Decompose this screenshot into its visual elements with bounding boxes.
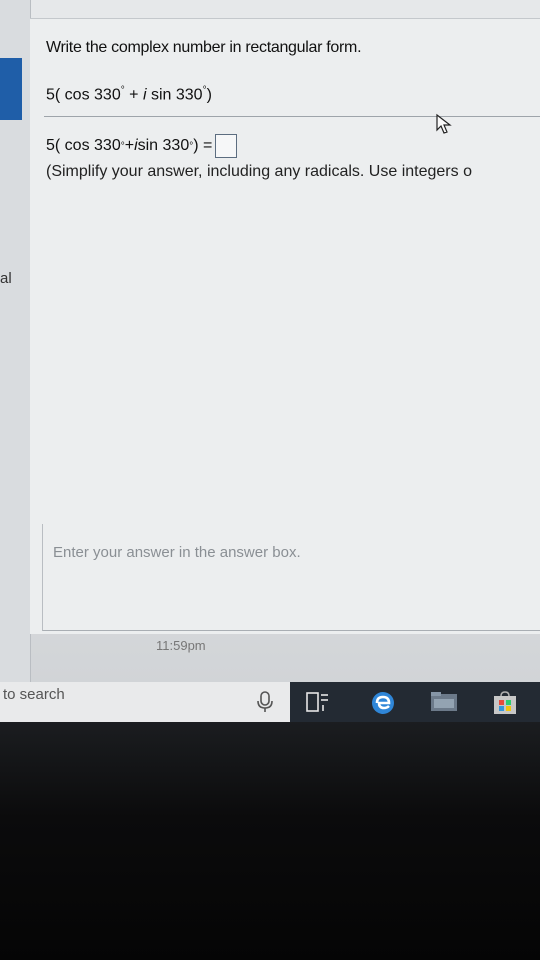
answer-row: 5( cos 330 ° + i sin 330 °) = <box>46 134 238 158</box>
instructions-text: (Simplify your answer, including any rad… <box>46 163 472 180</box>
edge-browser-icon[interactable] <box>370 691 396 720</box>
task-view-icon[interactable] <box>306 691 330 718</box>
answer-equals: ) = <box>193 137 213 154</box>
due-time-label: 11:59pm <box>156 638 206 653</box>
status-hint: Enter your answer in the answer box. <box>53 544 301 561</box>
expr-close: ) <box>206 86 212 104</box>
store-icon[interactable] <box>492 691 518 720</box>
search-placeholder: to search <box>3 686 65 703</box>
expr-sin: sin 330 <box>146 86 203 104</box>
microphone-icon[interactable] <box>256 691 274 718</box>
left-sidebar: al <box>0 0 31 722</box>
file-explorer-icon[interactable] <box>430 691 458 718</box>
answer-prefix: 5( cos 330 <box>46 137 121 154</box>
answer-plus: + <box>124 137 135 154</box>
prompt-expression: 5( cos 330° + i sin 330°) <box>46 85 212 104</box>
taskbar <box>257 682 540 722</box>
taskbar-search-box[interactable]: to search <box>0 682 290 722</box>
browser-screen: al Write the complex number in rectangul… <box>0 0 540 722</box>
question-title: Write the complex number in rectangular … <box>46 39 362 56</box>
answer-status-panel: Enter your answer in the answer box. <box>42 524 540 631</box>
monitor-bezel <box>0 722 540 960</box>
sidebar-label[interactable]: al <box>0 270 12 287</box>
answer-sin: sin 330 <box>137 137 190 154</box>
sidebar-accent-bar[interactable] <box>0 58 22 120</box>
answer-input-box[interactable] <box>215 134 238 158</box>
mouse-pointer-icon <box>435 113 453 140</box>
question-panel: Write the complex number in rectangular … <box>30 18 540 634</box>
expr-prefix: 5( cos 330 <box>46 86 121 104</box>
section-divider <box>44 116 540 117</box>
expr-plus: + <box>124 86 143 104</box>
